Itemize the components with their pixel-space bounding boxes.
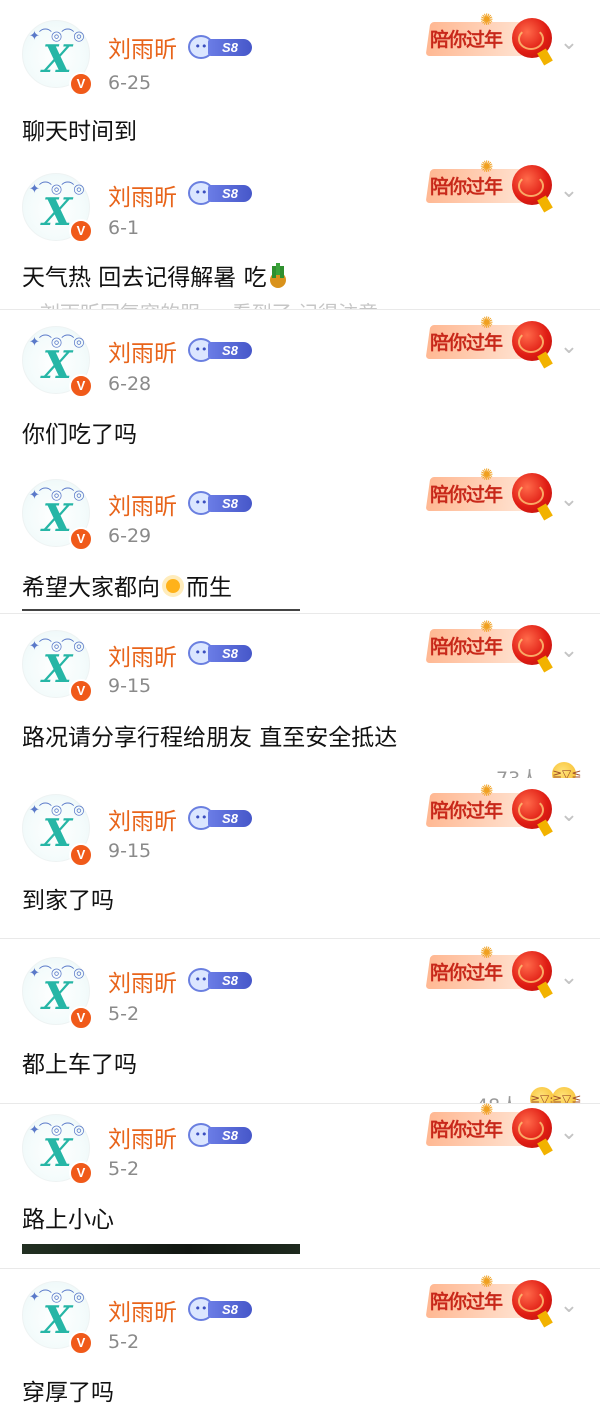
verified-badge-icon: V: [69, 374, 93, 398]
new-year-sticker: ✺ 陪你过年: [425, 10, 554, 70]
new-year-sticker: ✺ 陪你过年: [425, 781, 554, 841]
username[interactable]: 刘雨昕: [108, 1120, 177, 1154]
level-badge-icon: •• S8: [188, 35, 252, 59]
verified-badge-icon: V: [69, 1161, 93, 1185]
sticker-text: 陪你过年: [430, 636, 503, 658]
comment-text: 都上车了吗: [22, 1052, 137, 1078]
chevron-down-icon[interactable]: ⌄: [558, 804, 580, 826]
chevron-down-icon[interactable]: ⌄: [558, 1295, 580, 1317]
verified-badge-icon: V: [69, 219, 93, 243]
chevron-down-icon[interactable]: ⌄: [558, 967, 580, 989]
comment-text: 希望大家都向 而生: [22, 568, 232, 602]
level-badge-label: S8: [208, 1301, 252, 1318]
level-badge-label: S8: [208, 810, 252, 827]
comment-text: 聊天时间到: [22, 119, 137, 145]
comment-date: 6-1: [108, 217, 140, 239]
sticker-text: 陪你过年: [430, 800, 503, 822]
level-badge-icon: •• S8: [188, 641, 252, 665]
comment-item[interactable]: ✦⌒◎⌒◎ X V 刘雨昕 •• S8 6-1 ✺ 陪你过年 ⌄ 天气热 回去记…: [0, 155, 600, 325]
level-badge-label: S8: [208, 645, 252, 662]
comment-date: 6-29: [108, 525, 152, 547]
username[interactable]: 刘雨昕: [108, 1293, 177, 1327]
comment-date: 6-25: [108, 72, 152, 94]
comment-date: 9-15: [108, 675, 152, 697]
chevron-down-icon[interactable]: ⌄: [558, 32, 580, 54]
comment-item[interactable]: ✦⌒◎⌒◎ X V 刘雨昕 •• S8 9-15 ✺ 陪你过年 ⌄ 路况请分享行…: [0, 613, 600, 790]
level-badge-label: S8: [208, 185, 252, 202]
sun-icon: [160, 573, 186, 599]
sticker-text: 陪你过年: [430, 484, 503, 506]
username[interactable]: 刘雨昕: [108, 30, 177, 64]
level-badge-icon: •• S8: [188, 181, 252, 205]
sticker-text: 陪你过年: [430, 1119, 503, 1141]
comment-text: 穿厚了吗: [22, 1380, 114, 1406]
verified-badge-icon: V: [69, 1331, 93, 1355]
sticker-text: 陪你过年: [430, 176, 503, 198]
username[interactable]: 刘雨昕: [108, 802, 177, 836]
new-year-sticker: ✺ 陪你过年: [425, 617, 554, 677]
verified-badge-icon: V: [69, 527, 93, 551]
comment-item[interactable]: ✦⌒◎⌒◎ X V 刘雨昕 •• S8 6-28 ✺ 陪你过年 ⌄ 你们吃了吗: [0, 309, 600, 460]
comment-item[interactable]: ✦⌒◎⌒◎ X V 刘雨昕 •• S8 6-29 ✺ 陪你过年 ⌄ 希望大家都向…: [0, 459, 600, 613]
image-strip: [22, 1244, 300, 1254]
divider: [22, 609, 300, 611]
level-badge-icon: •• S8: [188, 806, 252, 830]
comment-item[interactable]: ✦⌒◎⌒◎ X V 刘雨昕 •• S8 5-2 ✺ 陪你过年 ⌄ 都上车了吗 4…: [0, 938, 600, 1117]
sticker-text: 陪你过年: [430, 332, 503, 354]
comment-date: 9-15: [108, 840, 152, 862]
comment-date: 5-2: [108, 1331, 140, 1353]
avatar-logo: X: [37, 36, 77, 81]
username[interactable]: 刘雨昕: [108, 964, 177, 998]
username[interactable]: 刘雨昕: [108, 334, 177, 368]
username[interactable]: 刘雨昕: [108, 178, 177, 212]
new-year-sticker: ✺ 陪你过年: [425, 313, 554, 373]
verified-badge-icon: V: [69, 843, 93, 867]
level-badge-icon: •• S8: [188, 1123, 252, 1147]
chevron-down-icon[interactable]: ⌄: [558, 336, 580, 358]
comment-text-body: 天气热 回去记得解暑 吃: [22, 265, 267, 291]
comment-text: 你们吃了吗: [22, 422, 137, 448]
sticker-text: 陪你过年: [430, 1291, 503, 1313]
level-badge-icon: •• S8: [188, 491, 252, 515]
chevron-down-icon[interactable]: ⌄: [558, 1122, 580, 1144]
chevron-down-icon[interactable]: ⌄: [558, 640, 580, 662]
level-badge-label: S8: [208, 972, 252, 989]
comment-date: 6-28: [108, 373, 152, 395]
comment-item[interactable]: ✦⌒◎⌒◎ X V 刘雨昕 •• S8 5-2 ✺ 陪你过年 ⌄ 路上小心: [0, 1100, 600, 1254]
level-badge-icon: •• S8: [188, 338, 252, 362]
level-badge-icon: •• S8: [188, 968, 252, 992]
new-year-sticker: ✺ 陪你过年: [425, 1100, 554, 1160]
new-year-sticker: ✺ 陪你过年: [425, 465, 554, 525]
chevron-down-icon[interactable]: ⌄: [558, 489, 580, 511]
comment-date: 5-2: [108, 1158, 140, 1180]
sticker-text: 陪你过年: [430, 962, 503, 984]
comment-date: 5-2: [108, 1003, 140, 1025]
verified-badge-icon: V: [69, 72, 93, 96]
chevron-down-icon[interactable]: ⌄: [558, 180, 580, 202]
new-year-sticker: ✺ 陪你过年: [425, 943, 554, 1003]
comment-text: 天气热 回去记得解暑 吃: [22, 258, 289, 292]
verified-badge-icon: V: [69, 1006, 93, 1030]
username[interactable]: 刘雨昕: [108, 487, 177, 521]
comment-text-before: 希望大家都向: [22, 575, 160, 601]
comment-text: 路况请分享行程给朋友 直至安全抵达: [22, 725, 398, 751]
comment-item[interactable]: ✦⌒◎⌒◎ X V 刘雨昕 •• S8 5-2 ✺ 陪你过年 ⌄ 穿厚了吗: [0, 1268, 600, 1414]
new-year-sticker: ✺ 陪你过年: [425, 1272, 554, 1332]
comment-item[interactable]: ✦⌒◎⌒◎ X V 刘雨昕 •• S8 6-25 ✺ 陪你过年 ⌄ 聊天时间到: [0, 0, 600, 155]
level-badge-label: S8: [208, 1127, 252, 1144]
sticker-text: 陪你过年: [430, 29, 503, 51]
new-year-sticker: ✺ 陪你过年: [425, 157, 554, 217]
comment-text: 到家了吗: [22, 888, 114, 914]
pineapple-icon: [267, 263, 289, 289]
comment-text-after: 而生: [186, 575, 232, 601]
level-badge-label: S8: [208, 342, 252, 359]
username[interactable]: 刘雨昕: [108, 638, 177, 672]
avatar-logo: X: [37, 1297, 77, 1342]
level-badge-label: S8: [208, 39, 252, 56]
comment-item[interactable]: ✦⌒◎⌒◎ X V 刘雨昕 •• S8 9-15 ✺ 陪你过年 ⌄ 到家了吗: [0, 778, 600, 938]
comment-text: 路上小心: [22, 1207, 114, 1233]
verified-badge-icon: V: [69, 679, 93, 703]
level-badge-icon: •• S8: [188, 1297, 252, 1321]
level-badge-label: S8: [208, 495, 252, 512]
